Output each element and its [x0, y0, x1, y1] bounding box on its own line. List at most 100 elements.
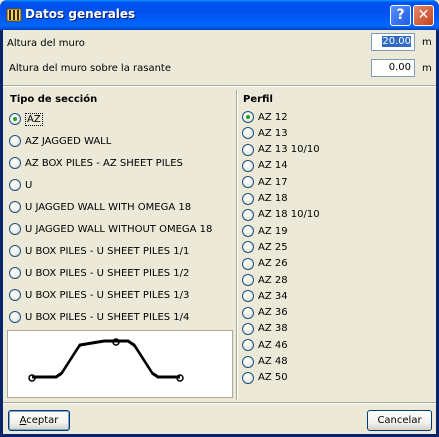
sheet-pile-drawing — [28, 338, 184, 382]
tipo-option-label: U BOX PILES - U SHEET PILES 1/3 — [25, 289, 190, 301]
perfil-radio-icon[interactable] — [242, 225, 254, 238]
tipo-option-label: AZ — [25, 112, 43, 126]
tipo-radio-icon[interactable] — [9, 245, 21, 257]
perfil-radio-icon[interactable] — [242, 322, 254, 335]
title-bar[interactable]: Datos generales ? ✕ — [0, 0, 439, 30]
tipo-option[interactable]: U BOX PILES - U SHEET PILES 1/2 — [9, 266, 189, 280]
perfil-title: Perfil — [243, 94, 273, 105]
perfil-option[interactable]: AZ 26 — [242, 257, 288, 271]
tipo-option-label: U BOX PILES - U SHEET PILES 1/2 — [25, 267, 190, 279]
tipo-option-label: AZ BOX PILES - AZ SHEET PILES — [25, 157, 183, 169]
perfil-option[interactable]: AZ 28 — [242, 273, 288, 287]
tipo-option-label: U BOX PILES - U SHEET PILES 1/1 — [25, 245, 190, 257]
perfil-option[interactable]: AZ 19 — [242, 224, 288, 238]
perfil-option-label: AZ 38 — [258, 323, 288, 335]
accept-button[interactable]: Aceptar — [8, 410, 70, 431]
tipo-radio-icon[interactable] — [9, 267, 21, 279]
separator-bottom — [3, 402, 436, 404]
perfil-option[interactable]: AZ 12 — [242, 110, 288, 124]
tipo-option-label: U JAGGED WALL WITHOUT OMEGA 18 — [25, 223, 213, 235]
perfil-radio-icon[interactable] — [242, 192, 254, 205]
cancel-button[interactable]: Cancelar — [367, 410, 432, 431]
altura-input[interactable]: 20.00 — [371, 33, 415, 51]
tipo-option-label: U — [25, 179, 33, 191]
perfil-option-label: AZ 14 — [258, 160, 288, 172]
perfil-option-label: AZ 13 — [258, 127, 288, 139]
rasante-input[interactable]: 0.00 — [371, 59, 415, 77]
perfil-option-label: AZ 13 10/10 — [258, 144, 320, 156]
perfil-radio-icon[interactable] — [242, 355, 254, 368]
perfil-option-label: AZ 28 — [258, 274, 288, 286]
perfil-option[interactable]: AZ 18 10/10 — [242, 208, 320, 222]
perfil-option[interactable]: AZ 34 — [242, 289, 288, 303]
tipo-radio-icon[interactable] — [9, 223, 21, 235]
dialog-body: Altura del muro 20.00 m Altura del muro … — [3, 30, 436, 434]
perfil-option-label: AZ 12 — [258, 111, 288, 123]
perfil-radio-icon[interactable] — [242, 274, 254, 286]
tipo-radio-icon[interactable] — [9, 157, 21, 169]
perfil-radio-icon[interactable] — [242, 176, 254, 189]
perfil-option[interactable]: AZ 13 10/10 — [242, 143, 320, 157]
perfil-option-label: AZ 48 — [258, 356, 288, 367]
perfil-radio-icon[interactable] — [242, 159, 254, 172]
tipo-option[interactable]: U BOX PILES - U SHEET PILES 1/3 — [9, 288, 189, 302]
perfil-option-label: AZ 18 — [258, 193, 288, 204]
perfil-option-label: AZ 36 — [258, 307, 288, 319]
perfil-option[interactable]: AZ 25 — [242, 240, 288, 254]
perfil-radio-icon[interactable] — [242, 127, 254, 140]
tipo-radio-icon[interactable] — [9, 135, 21, 147]
perfil-option-label: AZ 34 — [258, 290, 288, 302]
tipo-option[interactable]: U — [9, 178, 32, 192]
perfil-option[interactable]: AZ 18 — [242, 192, 288, 206]
separator-top — [3, 85, 436, 87]
perfil-radio-icon[interactable] — [242, 111, 254, 123]
perfil-radio-icon[interactable] — [242, 257, 254, 270]
tipo-option-label: AZ JAGGED WALL — [25, 135, 112, 147]
dialog-window: Datos generales ? ✕ Altura del muro 20.0… — [0, 0, 439, 437]
perfil-option-label: AZ 26 — [258, 258, 288, 270]
tipo-option[interactable]: U BOX PILES - U SHEET PILES 1/1 — [9, 244, 189, 258]
perfil-option[interactable]: AZ 17 — [242, 175, 288, 189]
tipo-option-label: U BOX PILES - U SHEET PILES 1/4 — [25, 311, 190, 323]
tipo-option[interactable]: U BOX PILES - U SHEET PILES 1/4 — [9, 310, 189, 324]
tipo-option[interactable]: U JAGGED WALL WITH OMEGA 18 — [9, 200, 191, 214]
perfil-radio-icon[interactable] — [242, 306, 254, 319]
tipo-option[interactable]: AZ JAGGED WALL — [9, 134, 111, 148]
rasante-label: Altura del muro sobre la rasante — [9, 63, 171, 74]
perfil-radio-icon[interactable] — [242, 208, 254, 221]
tipo-radio-icon[interactable] — [9, 113, 21, 125]
perfil-option[interactable]: AZ 38 — [242, 322, 288, 336]
tipo-option[interactable]: U JAGGED WALL WITHOUT OMEGA 18 — [9, 222, 212, 236]
tipo-option[interactable]: AZ — [9, 112, 43, 126]
tipo-radio-icon[interactable] — [9, 311, 21, 323]
perfil-option-label: AZ 25 — [258, 241, 288, 253]
tipo-radio-icon[interactable] — [9, 179, 21, 191]
tipo-radio-icon[interactable] — [9, 289, 21, 301]
section-preview — [7, 330, 233, 398]
perfil-option[interactable]: AZ 46 — [242, 338, 288, 352]
perfil-radio-icon[interactable] — [242, 371, 254, 384]
perfil-radio-icon[interactable] — [242, 241, 254, 254]
close-button[interactable]: ✕ — [413, 5, 434, 26]
perfil-option-label: AZ 19 — [258, 225, 288, 237]
altura-label: Altura del muro — [7, 38, 85, 49]
perfil-option-label: AZ 18 10/10 — [258, 209, 320, 221]
perfil-radio-icon[interactable] — [242, 339, 254, 352]
perfil-option[interactable]: AZ 36 — [242, 306, 288, 320]
tipo-title: Tipo de sección — [10, 94, 98, 105]
perfil-radio-icon[interactable] — [242, 143, 254, 156]
tipo-option-label: U JAGGED WALL WITH OMEGA 18 — [25, 201, 192, 213]
separator-vertical — [236, 90, 238, 400]
perfil-radio-icon[interactable] — [242, 290, 254, 303]
perfil-option-label: AZ 17 — [258, 176, 288, 188]
perfil-option[interactable]: AZ 14 — [242, 159, 288, 173]
help-button[interactable]: ? — [390, 5, 411, 26]
tipo-option[interactable]: AZ BOX PILES - AZ SHEET PILES — [9, 156, 183, 170]
perfil-option[interactable]: AZ 50 — [242, 371, 288, 385]
altura-unit: m — [422, 37, 432, 48]
perfil-option[interactable]: AZ 13 — [242, 126, 288, 140]
app-icon — [6, 8, 22, 22]
perfil-option[interactable]: AZ 48 — [242, 355, 288, 369]
tipo-radio-icon[interactable] — [9, 201, 21, 213]
perfil-option-label: AZ 46 — [258, 339, 288, 351]
